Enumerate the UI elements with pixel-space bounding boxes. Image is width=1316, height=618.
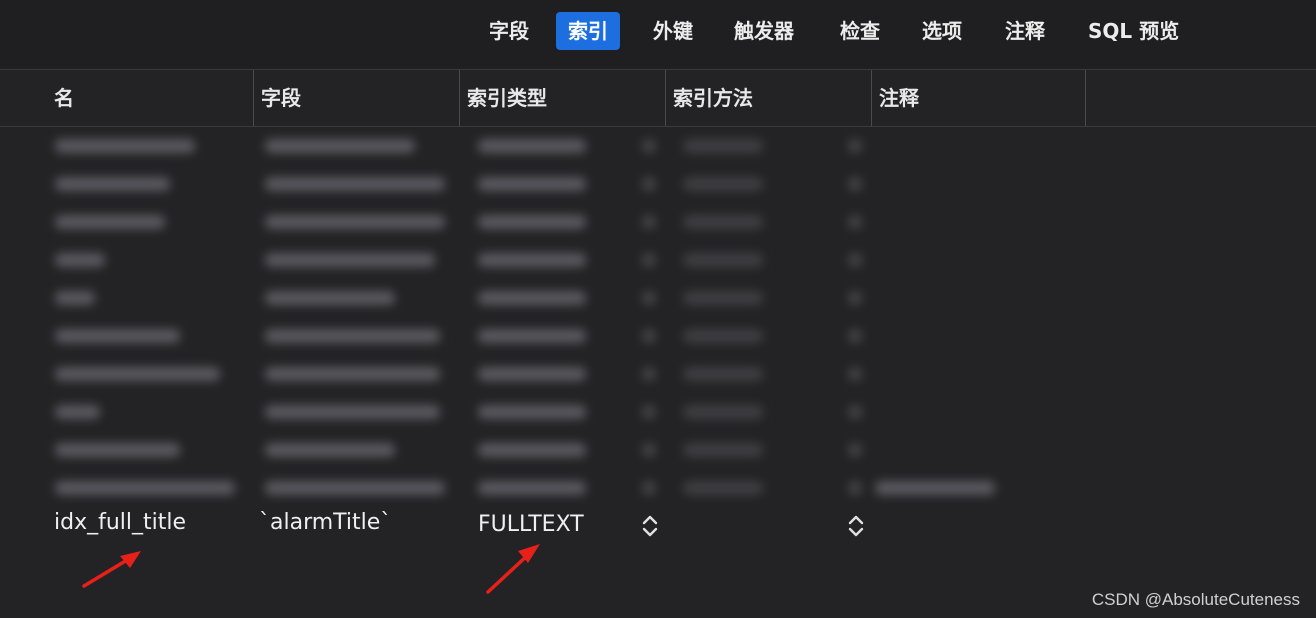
redacted-index-method (683, 139, 763, 153)
redacted-updown (642, 329, 656, 343)
tab-checks[interactable]: 检查 (828, 12, 892, 50)
arrow-icon-1 (82, 551, 141, 588)
index-type-updown-icon[interactable] (641, 513, 659, 539)
redacted-index-type (478, 291, 586, 305)
redacted-index-method (683, 443, 763, 457)
redacted-index-type (478, 177, 586, 191)
watermark: CSDN @AbsoluteCuteness (1091, 590, 1300, 609)
redacted-index-type (478, 139, 586, 153)
table-row-focused[interactable]: idx_full_title `alarmTitle` FULLTEXT (0, 506, 1316, 546)
redacted-updown (642, 253, 656, 267)
index-name-cell[interactable]: idx_full_title (54, 510, 186, 535)
redacted-field (265, 215, 445, 229)
redacted-index-method (683, 215, 763, 229)
redacted-index-method (683, 329, 763, 343)
redacted-name (55, 177, 170, 191)
column-header-row: 名 字段 索引类型 索引方法 注释 (0, 70, 1316, 127)
redacted-index-type (478, 481, 586, 495)
redacted-index-method (683, 367, 763, 381)
top-toolbar: 字段 索引 外键 触发器 检查 选项 注释 SQL 预览 (0, 0, 1316, 70)
column-header-comment[interactable]: 注释 (871, 70, 1085, 126)
column-header-index-type[interactable]: 索引类型 (459, 70, 665, 126)
tab-fields[interactable]: 字段 (477, 12, 541, 50)
redacted-updown (642, 215, 656, 229)
table-row[interactable] (0, 215, 1316, 253)
index-method-updown-icon[interactable] (847, 513, 865, 539)
index-rows (0, 127, 1316, 507)
table-row[interactable] (0, 405, 1316, 443)
redacted-updown (848, 443, 862, 457)
redacted-updown (848, 367, 862, 381)
redacted-index-method (683, 405, 763, 419)
table-row[interactable] (0, 329, 1316, 367)
redacted-name (55, 405, 100, 419)
redacted-index-method (683, 291, 763, 305)
redacted-name (55, 291, 95, 305)
redacted-field (265, 405, 440, 419)
redacted-field (265, 177, 445, 191)
redacted-index-method (683, 177, 763, 191)
redacted-updown (642, 177, 656, 191)
redacted-index-type (478, 329, 586, 343)
tab-options[interactable]: 选项 (910, 12, 974, 50)
table-row[interactable] (0, 177, 1316, 215)
tab-foreign-keys[interactable]: 外键 (641, 12, 705, 50)
redacted-index-type (478, 443, 586, 457)
redacted-updown (848, 405, 862, 419)
redacted-updown (848, 177, 862, 191)
redacted-field (265, 367, 440, 381)
arrow-icon-2 (486, 544, 540, 594)
column-header-index-method[interactable]: 索引方法 (665, 70, 871, 126)
column-divider (1085, 70, 1087, 126)
redacted-name (55, 329, 180, 343)
redacted-field (265, 291, 395, 305)
redacted-index-type (478, 253, 586, 267)
table-row[interactable] (0, 443, 1316, 481)
redacted-index-type (478, 367, 586, 381)
redacted-updown (642, 367, 656, 381)
redacted-updown (848, 329, 862, 343)
redacted-updown (848, 215, 862, 229)
redacted-field (265, 481, 445, 495)
index-field-cell[interactable]: `alarmTitle` (259, 510, 391, 535)
redacted-updown (642, 443, 656, 457)
table-row[interactable] (0, 253, 1316, 291)
redacted-index-type (478, 405, 586, 419)
redacted-name (55, 253, 105, 267)
redacted-field (265, 139, 415, 153)
redacted-comment (875, 481, 995, 495)
redacted-field (265, 443, 395, 457)
redacted-updown (642, 291, 656, 305)
redacted-index-method (683, 253, 763, 267)
redacted-updown (848, 291, 862, 305)
index-type-cell[interactable]: FULLTEXT (478, 512, 584, 537)
redacted-updown (848, 253, 862, 267)
tab-triggers[interactable]: 触发器 (722, 12, 806, 50)
redacted-index-type (478, 215, 586, 229)
redacted-updown (848, 481, 862, 495)
redacted-index-method (683, 481, 763, 495)
table-row[interactable] (0, 291, 1316, 329)
column-header-field[interactable]: 字段 (253, 70, 459, 126)
table-row[interactable] (0, 139, 1316, 177)
redacted-updown (848, 139, 862, 153)
redacted-name (55, 139, 195, 153)
column-header-name[interactable]: 名 (47, 70, 253, 126)
redacted-name (55, 443, 180, 457)
tab-comment[interactable]: 注释 (993, 12, 1057, 50)
redacted-field (265, 253, 435, 267)
redacted-name (55, 481, 235, 495)
redacted-updown (642, 481, 656, 495)
redacted-updown (642, 139, 656, 153)
redacted-field (265, 329, 440, 343)
tab-indexes[interactable]: 索引 (556, 12, 620, 50)
redacted-name (55, 215, 165, 229)
redacted-name (55, 367, 220, 381)
tab-sql-preview[interactable]: SQL 预览 (1076, 12, 1191, 50)
table-row[interactable] (0, 367, 1316, 405)
redacted-updown (642, 405, 656, 419)
